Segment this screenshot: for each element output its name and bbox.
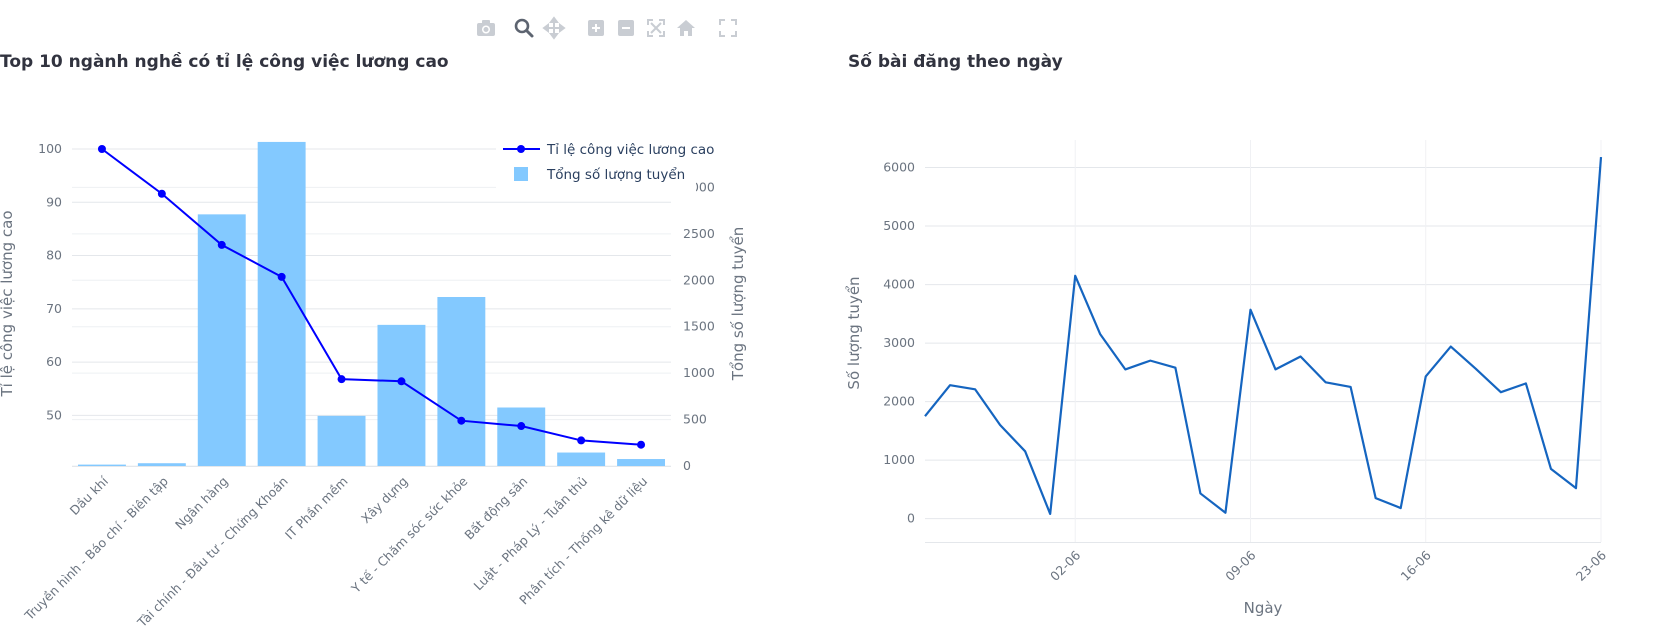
bar[interactable] <box>377 324 426 466</box>
y-tick-label: 2000 <box>883 394 915 409</box>
x-tick-label: 02-06 <box>1047 547 1083 583</box>
y1-axis-title: Tỉ lệ công việc lương cao <box>0 210 16 397</box>
x-tick-label: Phân tích - Thống kê dữ liệu <box>516 474 650 608</box>
legend-bar-swatch <box>514 167 528 181</box>
bar[interactable] <box>77 464 126 466</box>
x-tick-label: Dầu khí <box>67 473 112 518</box>
y-tick-label: 1000 <box>883 452 915 467</box>
x-tick-label: 09-06 <box>1222 547 1258 583</box>
left-chart: 5060708090100050010001500200025003000Tỉ … <box>0 134 747 631</box>
line-point[interactable] <box>97 144 106 153</box>
charts-canvas: Top 10 ngành nghề có tỉ lệ công việc lươ… <box>0 51 1609 631</box>
series-line-ratio <box>101 148 642 446</box>
line-point[interactable] <box>637 440 646 449</box>
legend-label-total: Tổng số lượng tuyển <box>546 166 685 183</box>
y2-tick-label: 2500 <box>683 226 715 241</box>
y1-tick-label: 80 <box>46 248 62 263</box>
y2-axis-title: Tổng số lượng tuyển <box>729 227 747 382</box>
x-tick-label: 16-06 <box>1398 547 1434 583</box>
line-point[interactable] <box>277 272 286 281</box>
y2-tick-label: 1000 <box>683 365 715 380</box>
right-chart-title: Số bài đăng theo ngày <box>848 51 1063 72</box>
x-axis-title: Ngày <box>1244 599 1283 617</box>
bar[interactable] <box>137 463 186 466</box>
line-point[interactable] <box>337 375 346 384</box>
legend-label-ratio: Tỉ lệ công việc lương cao <box>546 142 714 158</box>
y2-tick-label: 1500 <box>683 319 715 334</box>
y-tick-label: 0 <box>907 511 915 526</box>
y2-tick-label: 0 <box>683 458 691 473</box>
line-point[interactable] <box>457 416 466 425</box>
legend: Tỉ lệ công việc lương cao Tổng số lượng t… <box>496 134 714 192</box>
bar[interactable] <box>497 407 546 467</box>
x-tick-label: Ngân hàng <box>172 474 231 533</box>
left-chart-title: Top 10 ngành nghề có tỉ lệ công việc lươ… <box>0 51 449 72</box>
y1-tick-label: 70 <box>46 301 62 316</box>
line-point[interactable] <box>397 377 406 386</box>
x-tick-label: 23-06 <box>1573 547 1609 583</box>
y2-tick-label: 500 <box>683 412 707 427</box>
y-tick-label: 4000 <box>883 277 915 292</box>
y-tick-label: 5000 <box>883 218 915 233</box>
y1-tick-label: 100 <box>38 141 62 156</box>
x-tick-label: Y tế - Chăm sóc sức khỏe <box>348 473 471 596</box>
line-point[interactable] <box>517 422 526 431</box>
legend-line-marker <box>517 145 525 153</box>
bar[interactable] <box>197 214 246 466</box>
y-tick-label: 3000 <box>883 335 915 350</box>
line-point[interactable] <box>577 436 586 445</box>
y-tick-label: 6000 <box>883 160 915 175</box>
bar[interactable] <box>557 452 606 466</box>
x-tick-label: IT Phần mềm <box>282 474 351 543</box>
right-chart: 0 1000 2000 3000 4000 5000 6000 02-06 09-06 16-06… <box>845 140 1609 617</box>
bar[interactable] <box>617 459 666 466</box>
x-tick-label: Luật - Pháp Lý - Tuân thủ <box>471 474 591 594</box>
y1-tick-label: 50 <box>46 407 62 422</box>
y-axis-title: Số lượng tuyển <box>845 276 863 389</box>
y2-tick-label: 2000 <box>683 272 715 287</box>
y1-tick-label: 90 <box>46 194 62 209</box>
x-tick-label: Xây dựng <box>358 474 411 527</box>
bar[interactable] <box>317 415 366 466</box>
line-point[interactable] <box>217 240 226 249</box>
bar[interactable] <box>437 297 486 466</box>
y1-tick-label: 60 <box>46 354 62 369</box>
line-point[interactable] <box>157 189 166 198</box>
